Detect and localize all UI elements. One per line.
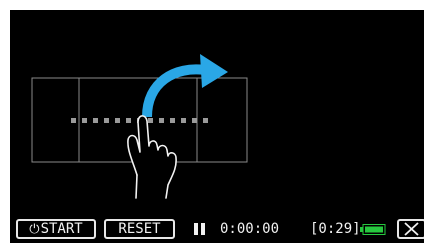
close-icon	[404, 222, 419, 236]
swipe-dot	[71, 118, 76, 123]
swipe-dot	[93, 118, 98, 123]
camera-screen: ⏻START RESET 0:00:00 [0:29]	[10, 10, 424, 243]
swipe-dot	[104, 118, 109, 123]
pause-icon	[194, 223, 206, 235]
power-timer-icon: ⏻	[29, 222, 40, 237]
arrow-head	[200, 54, 228, 88]
close-button[interactable]	[397, 219, 424, 239]
swipe-dot	[126, 118, 131, 123]
battery-fill	[365, 226, 383, 233]
swipe-dot	[159, 118, 164, 123]
bottom-toolbar: ⏻START RESET 0:00:00 [0:29]	[10, 215, 424, 243]
swipe-dot	[181, 118, 186, 123]
elapsed-time: 0:00:00	[220, 221, 280, 237]
swipe-dot	[82, 118, 87, 123]
swipe-dot	[115, 118, 120, 123]
swipe-dot	[192, 118, 197, 123]
swipe-dot	[203, 118, 208, 123]
remaining-time: [0:29]	[310, 221, 361, 237]
swipe-dot	[148, 118, 153, 123]
reset-button[interactable]: RESET	[104, 219, 175, 239]
swipe-instruction-illustration	[31, 54, 248, 199]
swipe-hand-icon	[127, 115, 177, 199]
start-button[interactable]: ⏻START	[16, 219, 96, 239]
curved-arrow-right-icon	[142, 54, 228, 118]
start-button-label: START	[40, 221, 83, 237]
battery-icon	[360, 224, 386, 235]
swipe-dot	[170, 118, 175, 123]
reset-button-label: RESET	[118, 221, 161, 237]
arrow-curve	[142, 64, 206, 118]
